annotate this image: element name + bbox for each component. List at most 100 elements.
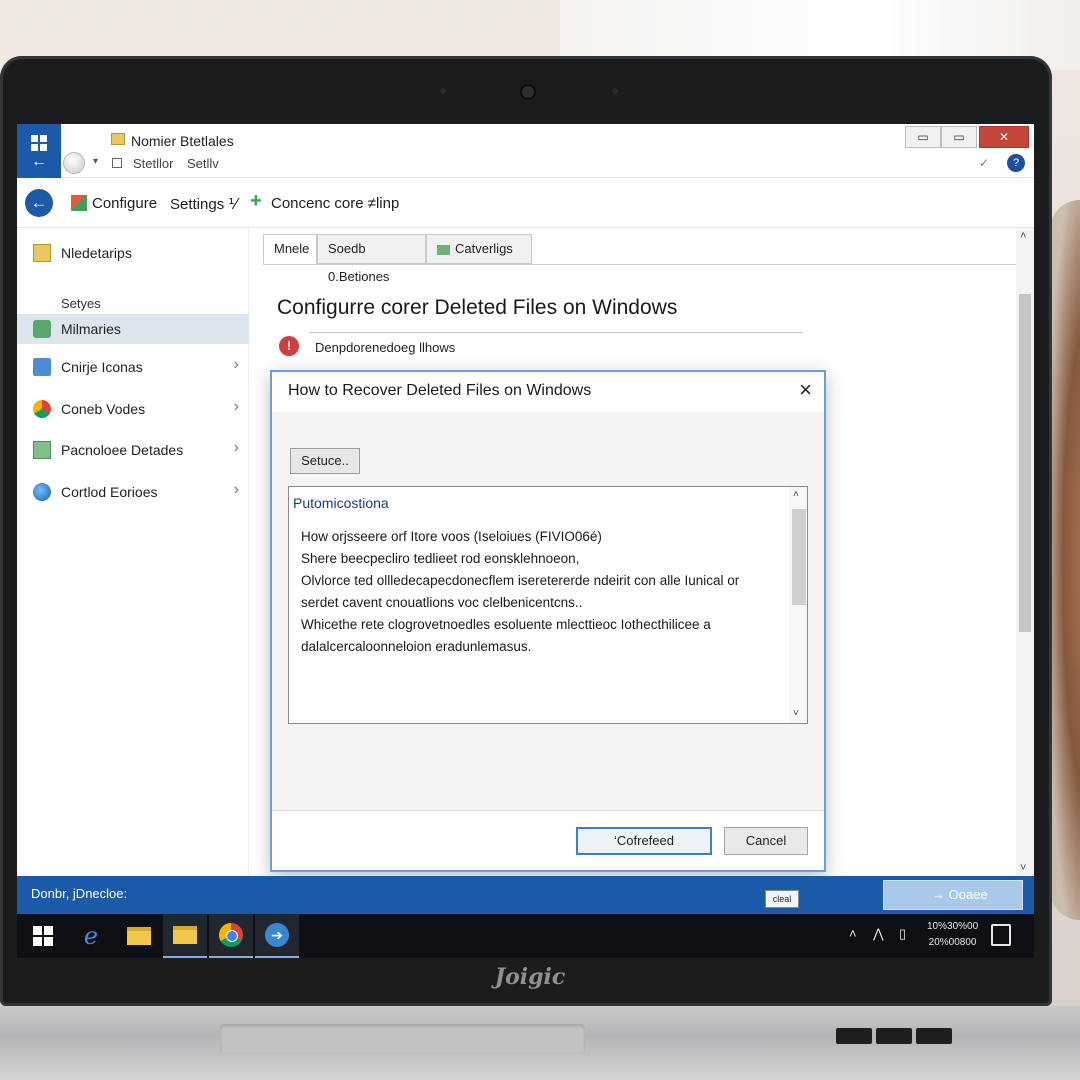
battery-icon[interactable]: ▯ xyxy=(899,926,906,942)
browser-e-icon: e xyxy=(83,922,99,950)
tab-strip-divider xyxy=(263,264,1017,265)
window-title: Nomier Btetlales xyxy=(131,133,234,149)
windows-logo-icon xyxy=(31,135,47,151)
scroll-thumb[interactable] xyxy=(792,509,806,605)
notification-icon[interactable] xyxy=(991,924,1011,946)
setup-button[interactable]: Setuce.. xyxy=(290,448,360,474)
conceal-menu[interactable]: Concenc core ≠linp xyxy=(271,195,399,212)
scroll-up-icon[interactable]: ˄ xyxy=(793,489,799,500)
chevron-right-icon: › xyxy=(233,356,239,373)
taskbar-app[interactable]: ➔ xyxy=(255,914,299,958)
taskbar-explorer-active[interactable] xyxy=(163,914,207,958)
dialog-title: How to Recover Deleted Files on Windows xyxy=(288,382,592,399)
configure-menu[interactable]: Configure xyxy=(92,195,157,212)
laptop-hinge xyxy=(220,1024,585,1054)
sensor-left xyxy=(440,88,446,94)
scroll-down-icon[interactable]: ˅ xyxy=(793,708,799,719)
recover-dialog: How to Recover Deleted Files on Windows … xyxy=(270,370,826,872)
status-action-button[interactable]: → Ooaee xyxy=(883,880,1023,910)
checkmark-icon[interactable]: ✓ xyxy=(979,156,989,170)
sidebar-item-label: Coneb Vodes xyxy=(61,401,146,417)
window-icon xyxy=(33,358,51,376)
document-icon xyxy=(112,158,122,168)
sidebar-item-label: Cnirje Iconas xyxy=(61,359,143,375)
maximize-button[interactable]: ▭ xyxy=(941,126,977,148)
sidebar-item-details[interactable]: Pacnoloee Detades › xyxy=(17,435,249,465)
start-menu-tile[interactable]: ← xyxy=(17,124,61,178)
tab-categories[interactable]: Catverligs xyxy=(426,234,532,264)
background-person xyxy=(1050,200,1080,920)
textbox-scrollbar[interactable]: ˄ ˅ xyxy=(789,487,807,723)
clock-time: 10%30%00 xyxy=(927,921,979,932)
plus-icon: + xyxy=(250,190,262,212)
laptop-brand-logo: Joigic xyxy=(494,964,566,990)
help-icon[interactable]: ? xyxy=(1007,154,1025,172)
sidebar-item-top[interactable]: Nledetarips xyxy=(17,238,249,268)
tab-main[interactable]: Mnele xyxy=(263,234,317,264)
folder-icon xyxy=(33,244,51,262)
textbox-line: Olvlorce ted ollledecapecdonecflem isere… xyxy=(301,573,740,588)
image-icon xyxy=(437,244,450,255)
chevron-right-icon: › xyxy=(233,398,239,415)
cancel-button[interactable]: Cancel xyxy=(724,827,808,855)
dropdown-arrow-icon[interactable]: ▾ xyxy=(93,156,98,167)
minimize-button[interactable]: ▭ xyxy=(905,126,941,148)
tab-search-options[interactable]: Soedb 0.Betiones xyxy=(317,234,426,284)
status-badge[interactable]: cleal xyxy=(765,890,799,908)
start-button[interactable] xyxy=(21,914,65,958)
folder-icon xyxy=(111,133,125,145)
confirm-button[interactable]: ‘Cofrefeed xyxy=(576,827,712,855)
textbox-line: dalalcercaloonneloion eradunlemasus. xyxy=(301,639,532,654)
monitor-icon xyxy=(33,320,51,338)
app-icon: ➔ xyxy=(265,923,289,947)
scroll-down-icon[interactable]: ˅ xyxy=(1020,862,1026,874)
sidebar-item-nodes[interactable]: Coneb Vodes › xyxy=(17,394,249,424)
page-title: Configurre corer Deleted Files on Window… xyxy=(277,296,678,319)
textbox-header: Putomicostiona xyxy=(293,495,389,511)
textbox-line: How orjsseere orf Itore voos (Iseloiues … xyxy=(301,529,602,544)
title-bar: ← Nomier Btetlales ▾ Stetllor Setllv ▭ ▭… xyxy=(17,124,1034,178)
main-scrollbar[interactable]: ˄ ˅ xyxy=(1016,228,1034,876)
system-clock[interactable]: 10%30%00 20%00800 xyxy=(927,919,978,951)
close-button[interactable]: ✕ xyxy=(979,126,1029,148)
folder-icon xyxy=(173,926,197,944)
back-button[interactable]: ← xyxy=(25,189,53,217)
refresh-circle-icon[interactable] xyxy=(63,152,85,174)
taskbar-chrome[interactable] xyxy=(209,914,253,958)
usb-port xyxy=(836,1028,872,1044)
usb-port xyxy=(916,1028,952,1044)
network-icon[interactable]: ⋀ xyxy=(873,926,884,942)
window-subtitle-left[interactable]: Stetllor xyxy=(133,156,173,171)
configure-icon xyxy=(71,195,87,211)
dialog-footer: ‘Cofrefeed Cancel xyxy=(272,810,824,870)
window-subtitle-right[interactable]: Setllv xyxy=(187,156,219,171)
textbox-line: Shere beecpecliro tedlieet rod eonsklehn… xyxy=(301,551,580,566)
screen: ← Nomier Btetlales ▾ Stetllor Setllv ▭ ▭… xyxy=(17,124,1034,958)
alert-text: Denpdorenedoeg llhows xyxy=(315,340,456,355)
sensor-right xyxy=(612,88,618,94)
status-bar: Donbr, jDnecloe: cleal → Ooaee xyxy=(17,876,1034,914)
clock-date: 20%00800 xyxy=(928,937,977,948)
sidebar-item-icons[interactable]: Cnirje Iconas › xyxy=(17,352,249,382)
taskbar-explorer[interactable] xyxy=(117,914,161,958)
tab-label: Catverligs xyxy=(455,241,513,256)
chrome-icon xyxy=(219,923,243,947)
sidebar-item-control[interactable]: Cortlod Eorioes › xyxy=(17,477,249,507)
globe-icon xyxy=(33,400,51,418)
taskbar-edge[interactable]: e xyxy=(69,914,113,958)
info-textbox[interactable]: Putomicostiona How orjsseere orf Itore v… xyxy=(288,486,808,724)
toolbar: ← Configure Settings ⅟ + Concenc core ≠l… xyxy=(17,178,1034,228)
webcam xyxy=(520,84,536,100)
sidebar-item-milmaries[interactable]: Milmaries xyxy=(17,314,249,344)
sidebar-item-label: Milmaries xyxy=(61,321,121,337)
scroll-thumb[interactable] xyxy=(1019,294,1031,632)
scroll-up-icon[interactable]: ˄ xyxy=(1020,230,1026,242)
chevron-up-icon[interactable]: ˄ xyxy=(849,926,857,941)
textbox-line: Whicethe rete clogrovetnoedles esoluente… xyxy=(301,617,711,632)
database-icon xyxy=(33,441,51,459)
status-text: Donbr, jDnecloe: xyxy=(31,886,128,901)
close-icon[interactable]: × xyxy=(799,377,812,403)
chevron-right-icon: › xyxy=(233,481,239,498)
title-divider xyxy=(309,332,803,333)
settings-menu[interactable]: Settings ⅟ xyxy=(170,195,237,213)
